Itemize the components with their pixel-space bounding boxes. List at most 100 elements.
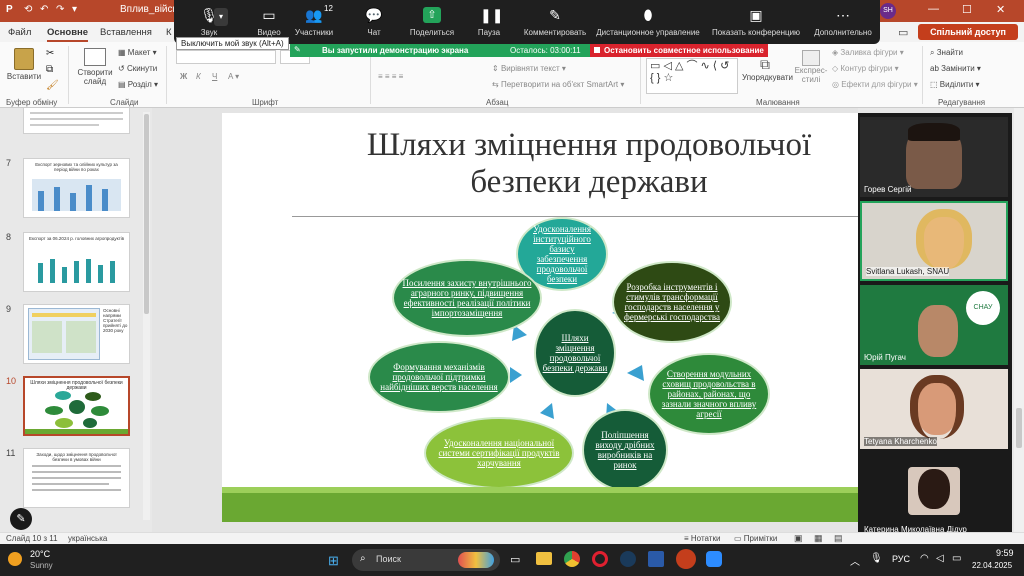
chrome-icon[interactable] — [564, 551, 580, 567]
zoom-app-icon[interactable] — [706, 551, 722, 567]
tray-mic-icon[interactable]: 🎙 — [870, 553, 883, 564]
shape-effects-button[interactable]: ◎ Ефекти для фігури ▾ — [832, 80, 918, 89]
video-tile[interactable]: СНАУ Юрій Пугач — [860, 285, 1008, 365]
maximize-button[interactable]: ☐ — [962, 3, 972, 16]
stop-share-button[interactable]: Остановить совместное использование — [590, 44, 768, 57]
find-button[interactable]: ⌕ Знайти — [930, 48, 963, 58]
notes-button[interactable]: ≡ Нотатки — [684, 534, 720, 543]
center-node[interactable]: Шляхи зміцнення продовольчої безпеки дер… — [534, 309, 616, 397]
align-text-button[interactable]: ⇕ Вирівняти текст ▾ — [492, 64, 566, 73]
opera-icon[interactable] — [592, 551, 608, 567]
undo-icon[interactable]: ↶ — [40, 4, 48, 15]
font-name-select[interactable] — [176, 50, 276, 64]
cut-icon[interactable]: ✂ — [46, 48, 54, 59]
express-styles-button[interactable]: Експрес-стилі — [792, 50, 830, 84]
video-tile[interactable]: Tetyana Kharchenko — [860, 369, 1008, 449]
video-tile[interactable]: Горев Сергій — [860, 117, 1008, 197]
comments-button[interactable]: ▭ Примітки — [734, 534, 777, 543]
clock-date[interactable]: 22.04.2025 — [972, 561, 1012, 570]
shape-outline-button[interactable]: ◇ Контур фігури ▾ — [832, 64, 899, 73]
slide-canvas[interactable]: Шляхи зміцнення продовольчої безпеки дер… — [222, 113, 858, 522]
input-language[interactable]: РУС — [892, 554, 910, 564]
show-conference-button[interactable]: ▣ Показать конференцию — [706, 0, 806, 44]
shape-fill-button[interactable]: ◈ Заливка фігури ▾ — [832, 48, 904, 57]
search-box[interactable]: ⌕ Поиск — [352, 549, 500, 571]
steam-icon[interactable] — [620, 551, 636, 567]
audio-options-button[interactable]: ▾ — [214, 8, 228, 26]
tab-design[interactable]: К — [166, 27, 172, 38]
task-view-icon[interactable]: ▭ — [510, 553, 520, 566]
tab-home[interactable]: Основне — [47, 27, 89, 42]
thumbnails-scrollbar[interactable] — [143, 112, 150, 520]
tab-insert[interactable]: Вставлення — [100, 27, 152, 38]
sorter-view-icon[interactable]: ▦ — [814, 533, 823, 544]
replace-button[interactable]: ab Замінити ▾ — [930, 64, 981, 73]
node-market-protection[interactable]: Посилення захисту внутрішнього аграрного… — [392, 259, 542, 337]
pause-button[interactable]: ❚❚ Пауза — [454, 0, 524, 44]
bold-button[interactable]: Ж — [180, 72, 187, 81]
editor-scrollbar[interactable] — [1014, 108, 1024, 532]
slide-thumbnail-7[interactable]: Експорт зернових та олійних культур за п… — [23, 158, 130, 218]
tray-chevron-icon[interactable]: ︿ — [850, 553, 860, 568]
slide-thumbnail-11[interactable]: Заходи, щодо зміцнення продовольчої безп… — [23, 448, 130, 508]
node-certification[interactable]: Удосконалення національної системи серти… — [424, 417, 574, 489]
video-tile[interactable]: Катерина Миколаївна Дідур — [860, 453, 1008, 537]
comment-icon[interactable]: ▭ — [898, 26, 908, 39]
wifi-icon[interactable]: ◠ — [920, 553, 929, 564]
start-icon[interactable]: ⊞ — [328, 553, 339, 569]
arrange-button[interactable]: ⧉ Упорядкувати — [742, 56, 794, 82]
paste-button[interactable]: Вставити — [6, 48, 42, 81]
tab-file[interactable]: Файл — [8, 27, 31, 38]
weather-icon[interactable] — [8, 552, 22, 566]
file-explorer-icon[interactable] — [536, 552, 552, 565]
redo-icon[interactable]: ↷ — [56, 4, 64, 15]
powerpoint-icon[interactable] — [676, 549, 696, 569]
align-buttons[interactable]: ≡ ≡ ≡ ≡ — [378, 72, 403, 81]
new-slide-button[interactable]: Створити слайд — [74, 48, 116, 86]
font-color-button[interactable]: A ▾ — [228, 72, 239, 81]
draw-toggle-button[interactable]: ✎ — [10, 508, 32, 530]
share-button[interactable]: Спільний доступ — [918, 24, 1018, 40]
align-text-label: Вирівняти текст — [500, 64, 560, 73]
reset-button[interactable]: ↺ Скинути — [118, 64, 157, 73]
italic-button[interactable]: К — [196, 72, 201, 81]
arrange-label: Упорядкувати — [742, 73, 794, 82]
volume-icon[interactable]: ◁ — [936, 553, 944, 564]
clock-time[interactable]: 9:59 — [996, 548, 1014, 558]
quick-access-icon[interactable]: ▾ — [72, 4, 77, 15]
minimize-button[interactable]: — — [928, 3, 939, 15]
slide-thumbnail-8[interactable]: Експорт за 06.2024 р. головних агропроду… — [23, 232, 130, 292]
node-storage[interactable]: Створення модульних сховищ продовольства… — [648, 353, 770, 435]
participant-hair — [908, 123, 960, 141]
video-tile[interactable]: Svitlana Lukash, SNAU — [860, 201, 1008, 281]
mute-tooltip: Выключить мой звук (Alt+A) — [176, 37, 289, 50]
normal-view-icon[interactable]: ▣ — [794, 533, 803, 544]
node-farmers[interactable]: Розробка інструментів і стимулів трансфо… — [612, 261, 732, 343]
node-support[interactable]: Формування механізмів продовольчої підтр… — [368, 341, 510, 413]
copy-icon[interactable]: ⧉ — [46, 64, 53, 75]
slide-thumbnail-6[interactable] — [23, 108, 130, 134]
node-small-producers[interactable]: Поліпшення виходу дрібних виробників на … — [582, 409, 668, 491]
close-button[interactable]: ✕ — [996, 3, 1005, 16]
shape-fill-label: Заливка фігури — [840, 48, 898, 57]
shapes-gallery[interactable]: ▭ ◁ △ ⌒ ∿ ⟨ ↺ { } ☆ — [646, 58, 738, 94]
drawing-group-label: Малювання — [756, 98, 800, 107]
user-avatar[interactable]: SH — [880, 3, 896, 19]
autosave-icon[interactable]: ⟲ — [24, 4, 32, 15]
annotate-button[interactable]: ✎ Комментировать — [518, 0, 592, 44]
more-button[interactable]: ⋯ Дополнительно — [808, 0, 878, 44]
format-painter-icon[interactable]: 🖌 — [46, 80, 59, 91]
remote-control-button[interactable]: ⬮ Дистанционное управление — [596, 0, 700, 44]
reading-view-icon[interactable]: ▤ — [834, 533, 843, 544]
section-button[interactable]: ▤ Розділ ▾ — [118, 80, 158, 89]
paste-label: Вставити — [6, 72, 42, 81]
slide-thumbnail-9[interactable]: Основні напрями Стратегії прийняті до 20… — [23, 304, 130, 364]
layout-button[interactable]: ▦ Макет ▾ — [118, 48, 157, 57]
slide-thumbnail-10[interactable]: Шляхи зміцнення продовольчої безпеки дер… — [23, 376, 130, 436]
select-button[interactable]: ⬚ Виділити ▾ — [930, 80, 980, 89]
convert-smartart-button[interactable]: ⇆ Перетворити на об'єкт SmartArt ▾ — [492, 80, 624, 89]
underline-button[interactable]: Ч — [212, 72, 217, 81]
word-icon[interactable] — [648, 551, 664, 567]
language-indicator[interactable]: українська — [68, 534, 107, 543]
battery-icon[interactable]: ▭ — [952, 553, 961, 564]
